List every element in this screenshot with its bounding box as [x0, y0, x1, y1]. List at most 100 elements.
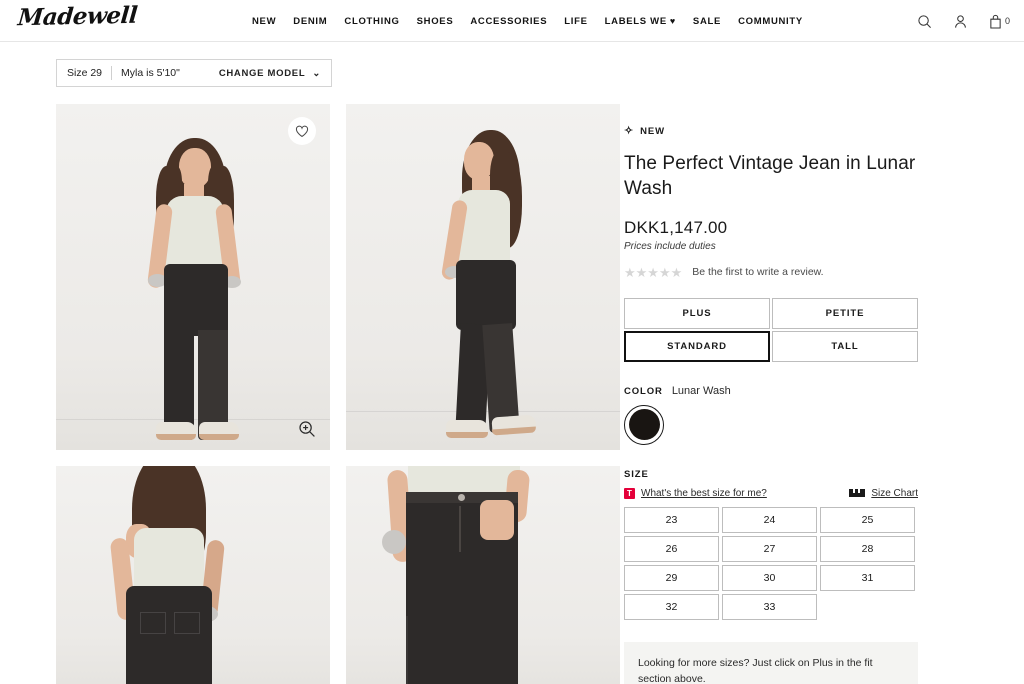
- size-chart-label: Size Chart: [871, 487, 918, 499]
- size-option-26[interactable]: 26: [624, 535, 719, 562]
- review-summary: ★★★★★ Be the first to write a review.: [624, 266, 1024, 279]
- nav-label: CLOTHING: [344, 15, 400, 27]
- nav-label: SALE: [692, 15, 722, 27]
- size-option-30[interactable]: 30: [722, 564, 817, 591]
- color-value: Lunar Wash: [671, 384, 731, 397]
- account-icon[interactable]: [953, 14, 968, 29]
- photo-fly-seam: [459, 506, 461, 552]
- gallery-tile-3[interactable]: [56, 466, 330, 684]
- size-label: 29: [665, 571, 678, 584]
- size-label: 30: [763, 571, 776, 584]
- size-option-33[interactable]: 33: [722, 593, 817, 620]
- star-rating-icon: ★★★★★: [624, 264, 683, 280]
- photo-shoe-sole-left: [156, 434, 196, 440]
- nav-item-shoes[interactable]: SHOES: [417, 16, 454, 27]
- heart-icon[interactable]: [288, 117, 316, 145]
- photo-bracelet: [382, 530, 406, 554]
- fit-option-plus[interactable]: PLUS: [624, 297, 770, 329]
- product-gallery: Size 29 Myla is 5'10" CHANGE MODEL ⌄: [0, 42, 620, 684]
- size-option-25[interactable]: 25: [820, 506, 915, 533]
- fit-label: PETITE: [825, 307, 865, 319]
- change-model-button[interactable]: CHANGE MODEL ⌄: [219, 68, 321, 79]
- fit-label: TALL: [831, 340, 859, 352]
- search-icon[interactable]: [917, 14, 932, 29]
- site-header: Madewell NEW DENIM CLOTHING SHOES ACCESS…: [0, 0, 1024, 42]
- size-label: 26: [665, 542, 678, 555]
- ruler-icon: [849, 489, 866, 498]
- size-option-23[interactable]: 23: [624, 506, 719, 533]
- fit-option-petite[interactable]: PETITE: [772, 297, 918, 329]
- photo-jean-back: [126, 586, 212, 684]
- bag-icon[interactable]: 0: [989, 14, 1010, 29]
- photo-jean-hip: [164, 264, 228, 336]
- fit-option-standard[interactable]: STANDARD: [624, 330, 770, 362]
- size-option-31[interactable]: 31: [820, 564, 915, 591]
- size-option-29[interactable]: 29: [624, 564, 719, 591]
- size-label: 24: [763, 513, 776, 526]
- color-section-header: COLOR Lunar Wash: [624, 385, 1024, 397]
- size-label: 25: [861, 513, 874, 526]
- size-option-24[interactable]: 24: [722, 506, 817, 533]
- nav-label: LIFE: [564, 15, 588, 27]
- zoom-in-icon[interactable]: [296, 418, 318, 440]
- nav-item-new[interactable]: NEW: [252, 16, 276, 27]
- madewell-logo[interactable]: Madewell: [17, 2, 139, 31]
- size-chart-link[interactable]: Size Chart: [849, 488, 918, 499]
- product-page-main: Size 29 Myla is 5'10" CHANGE MODEL ⌄ ✧ N…: [0, 42, 1024, 684]
- bag-count: 0: [1004, 16, 1010, 26]
- main-navigation: NEW DENIM CLOTHING SHOES ACCESSORIES LIF…: [252, 0, 803, 42]
- best-size-link[interactable]: T What's the best size for me?: [624, 487, 767, 499]
- color-label: COLOR: [624, 385, 663, 397]
- duties-note: Prices include duties: [624, 240, 716, 252]
- fit-label: STANDARD: [667, 340, 727, 352]
- gallery-grid: [56, 104, 620, 684]
- model-selector-bar[interactable]: Size 29 Myla is 5'10" CHANGE MODEL ⌄: [56, 59, 332, 87]
- size-label: SIZE: [624, 468, 649, 480]
- tag-icon: T: [624, 487, 635, 499]
- nav-item-clothing[interactable]: CLOTHING: [344, 16, 399, 27]
- nav-item-labels-we-love[interactable]: LABELS WE ♥: [605, 16, 676, 27]
- size-options: 23 24 25 26 27 28 29 30 31 32 33: [624, 506, 918, 620]
- nav-label: SHOES: [416, 15, 454, 27]
- photo-face: [179, 148, 211, 188]
- photo-shoe-sole-right: [199, 434, 239, 440]
- more-sizes-note: Looking for more sizes? Just click on Pl…: [624, 641, 918, 684]
- fit-label: PLUS: [682, 307, 712, 319]
- size-option-28[interactable]: 28: [820, 535, 915, 562]
- size-option-32[interactable]: 32: [624, 593, 719, 620]
- nav-item-sale[interactable]: SALE: [693, 16, 721, 27]
- nav-label: DENIM: [293, 15, 328, 27]
- nav-item-life[interactable]: LIFE: [564, 16, 587, 27]
- size-label: 32: [665, 600, 678, 613]
- photo-back-pocket-right: [174, 612, 200, 634]
- heart-icon: ♥: [669, 15, 676, 26]
- size-label: 28: [861, 542, 874, 555]
- color-swatch-lunar-wash[interactable]: [624, 404, 664, 445]
- swatch-fill: [628, 409, 660, 441]
- model-size-label: Size 29: [67, 67, 103, 79]
- nav-item-community[interactable]: COMMUNITY: [738, 16, 803, 27]
- nav-label: COMMUNITY: [738, 15, 803, 27]
- photo-tank-top: [134, 528, 204, 594]
- nav-item-accessories[interactable]: ACCESSORIES: [470, 16, 547, 27]
- photo-tank-top: [166, 196, 224, 272]
- photo-shoe-sole-back: [446, 432, 488, 438]
- photo-jean-hip: [456, 260, 516, 330]
- fit-option-tall[interactable]: TALL: [772, 330, 918, 362]
- size-label: 33: [763, 600, 776, 613]
- size-option-27[interactable]: 27: [722, 535, 817, 562]
- gallery-tile-4[interactable]: [346, 466, 620, 684]
- size-label: 31: [861, 571, 874, 584]
- nav-item-denim[interactable]: DENIM: [293, 16, 327, 27]
- photo-leg-seam: [406, 616, 408, 684]
- photo-jean-button: [458, 494, 465, 501]
- gallery-tile-2[interactable]: [346, 104, 620, 450]
- divider: [111, 66, 113, 80]
- new-badge: ✧ NEW: [624, 126, 1024, 138]
- write-review-link[interactable]: Be the first to write a review.: [692, 266, 823, 278]
- gallery-tile-1[interactable]: [56, 104, 330, 450]
- new-badge-label: NEW: [640, 126, 665, 137]
- best-size-label: What's the best size for me?: [641, 487, 767, 499]
- photo-hand-in-pocket: [480, 500, 514, 540]
- nav-label: LABELS WE: [604, 15, 667, 27]
